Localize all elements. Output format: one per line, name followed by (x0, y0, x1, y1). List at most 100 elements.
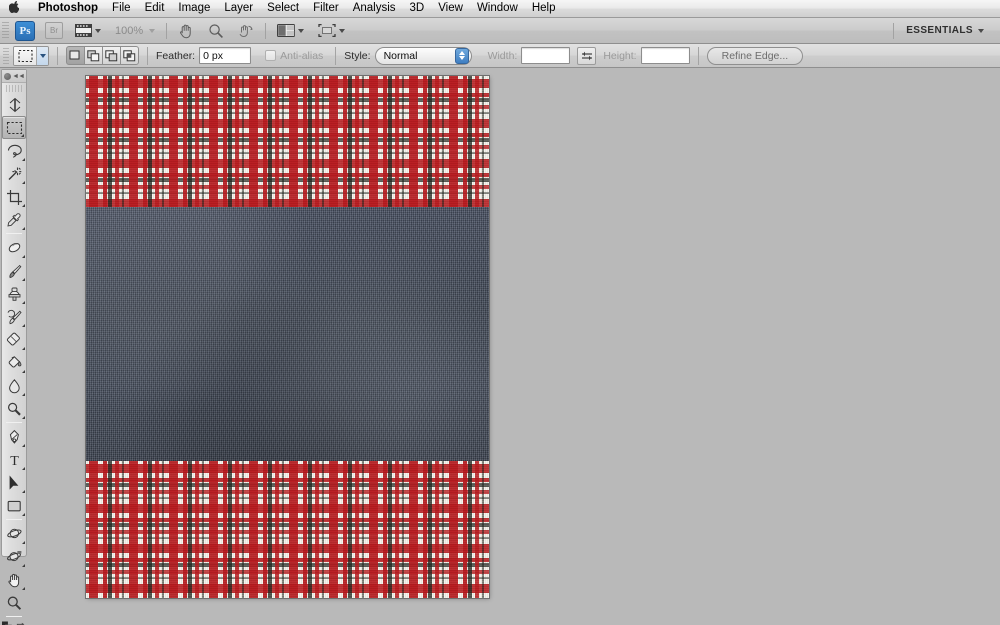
quick-selection-tool[interactable] (2, 162, 26, 185)
appbar-separator-3 (893, 23, 894, 39)
refine-edge-button[interactable]: Refine Edge... (707, 47, 804, 65)
toolbox-close-icon[interactable] (4, 73, 11, 80)
swap-colors-icon[interactable] (16, 621, 26, 625)
style-selected-value: Normal (384, 50, 455, 62)
menu-item-analysis[interactable]: Analysis (346, 0, 403, 17)
tool-preset-current-tool (14, 47, 36, 65)
tool-preset-picker[interactable] (13, 46, 49, 66)
appbar-drag-grip[interactable] (2, 22, 9, 40)
menu-item-photoshop[interactable]: Photoshop (31, 0, 105, 17)
spot-healing-brush-tool[interactable] (2, 236, 26, 259)
eraser-tool[interactable] (2, 328, 26, 351)
swap-width-height-button[interactable] (577, 47, 596, 65)
menu-item-layer[interactable]: Layer (217, 0, 260, 17)
intersect-with-selection-button[interactable] (120, 46, 139, 65)
antialias-row[interactable]: Anti-alias (265, 50, 327, 62)
tool-flyout-indicator-icon (22, 564, 25, 567)
gradient-icon (6, 355, 23, 371)
feather-input[interactable] (199, 47, 251, 64)
clone-stamp-tool[interactable] (2, 282, 26, 305)
menu-bar-items: PhotoshopFileEditImageLayerSelectFilterA… (31, 0, 563, 17)
add-to-selection-icon (87, 50, 100, 62)
menu-item-filter[interactable]: Filter (306, 0, 346, 17)
clone-stamp-icon (6, 286, 23, 302)
menu-item-window[interactable]: Window (470, 0, 525, 17)
rectangular-marquee-tool[interactable] (2, 116, 26, 139)
gradient-tool[interactable] (2, 351, 26, 374)
type-tool[interactable]: T (2, 448, 26, 471)
width-input[interactable] (521, 47, 570, 64)
document-canvas[interactable] (86, 76, 489, 598)
apple-logo-icon[interactable] (8, 0, 21, 15)
menu-item-edit[interactable]: Edit (138, 0, 172, 17)
menu-item-select[interactable]: Select (260, 0, 306, 17)
antialias-checkbox[interactable] (265, 50, 276, 61)
toolbox-collapse-icon[interactable]: ◄◄ (12, 73, 24, 80)
menu-item-view[interactable]: View (431, 0, 470, 17)
rectangular-marquee-icon (18, 49, 33, 63)
arrange-documents-icon (277, 23, 295, 38)
menu-item-help[interactable]: Help (525, 0, 563, 17)
default-colors-icon[interactable] (2, 621, 12, 625)
rectangle-shape-tool[interactable] (2, 494, 26, 517)
toolbox-panel: ◄◄ T (1, 69, 27, 557)
toolbox-grip (6, 85, 22, 92)
new-selection-button[interactable] (66, 46, 85, 65)
history-brush-tool[interactable] (2, 305, 26, 328)
history-brush-icon (6, 309, 23, 325)
rectangular-marquee-icon (6, 120, 23, 136)
hand-icon (6, 572, 23, 588)
toolbox-divider-3 (6, 519, 22, 520)
photoshop-home-button[interactable]: Ps (15, 21, 35, 41)
optionsbar-separator-4 (698, 47, 699, 65)
zoom-tool[interactable] (2, 591, 26, 614)
optionsbar-drag-grip[interactable] (3, 48, 9, 64)
3d-camera-rotate-tool[interactable] (2, 545, 26, 568)
screen-mode-button[interactable] (316, 21, 347, 41)
hand-tool-button[interactable] (176, 21, 196, 41)
tool-flyout-indicator-icon (22, 393, 25, 396)
zoom-chevron-down-icon (149, 29, 155, 33)
workspace-switcher-button[interactable]: ESSENTIALS (898, 21, 992, 40)
blur-tool[interactable] (2, 374, 26, 397)
lasso-tool[interactable] (2, 139, 26, 162)
path-selection-tool[interactable] (2, 471, 26, 494)
feather-label: Feather: (156, 50, 195, 62)
tool-flyout-indicator-icon (22, 278, 25, 281)
pen-tool[interactable] (2, 425, 26, 448)
style-select[interactable]: Normal (375, 47, 472, 65)
eyedropper-tool[interactable] (2, 208, 26, 231)
tool-flyout-indicator-icon (22, 255, 25, 258)
height-input[interactable] (641, 47, 690, 64)
add-to-selection-button[interactable] (84, 46, 103, 65)
move-tool[interactable] (2, 93, 26, 116)
menu-item-file[interactable]: File (105, 0, 138, 17)
menu-item-3d[interactable]: 3D (403, 0, 432, 17)
mini-bridge-button[interactable] (73, 21, 103, 41)
tool-flyout-indicator-icon (22, 513, 25, 516)
tool-options-bar: Feather: Anti-alias Style: Normal Width:… (0, 44, 1000, 68)
view-zoom-menu-button[interactable] (147, 21, 157, 41)
zoom-tool-button[interactable] (206, 21, 226, 41)
rotate-view-icon (238, 23, 254, 39)
tool-flyout-indicator-icon (22, 301, 25, 304)
svg-text:T: T (10, 454, 19, 468)
launch-bridge-button[interactable]: Br (45, 22, 63, 39)
rotate-view-tool-button[interactable] (236, 21, 256, 41)
crop-tool[interactable] (2, 185, 26, 208)
3d-object-rotate-tool[interactable] (2, 522, 26, 545)
arrange-documents-button[interactable] (275, 21, 306, 41)
tool-flyout-indicator-icon (22, 158, 25, 161)
type-icon: T (6, 452, 23, 468)
subtract-from-selection-button[interactable] (102, 46, 121, 65)
blur-icon (6, 378, 23, 394)
brush-tool[interactable] (2, 259, 26, 282)
hand-tool[interactable] (2, 568, 26, 591)
menu-item-image[interactable]: Image (171, 0, 217, 17)
antialias-label: Anti-alias (280, 50, 323, 62)
spot-healing-brush-icon (6, 240, 23, 256)
rectangle-shape-icon (6, 498, 23, 514)
style-stepper-icon (455, 48, 469, 64)
dodge-tool[interactable] (2, 397, 26, 420)
toolbox-header[interactable]: ◄◄ (2, 70, 26, 83)
